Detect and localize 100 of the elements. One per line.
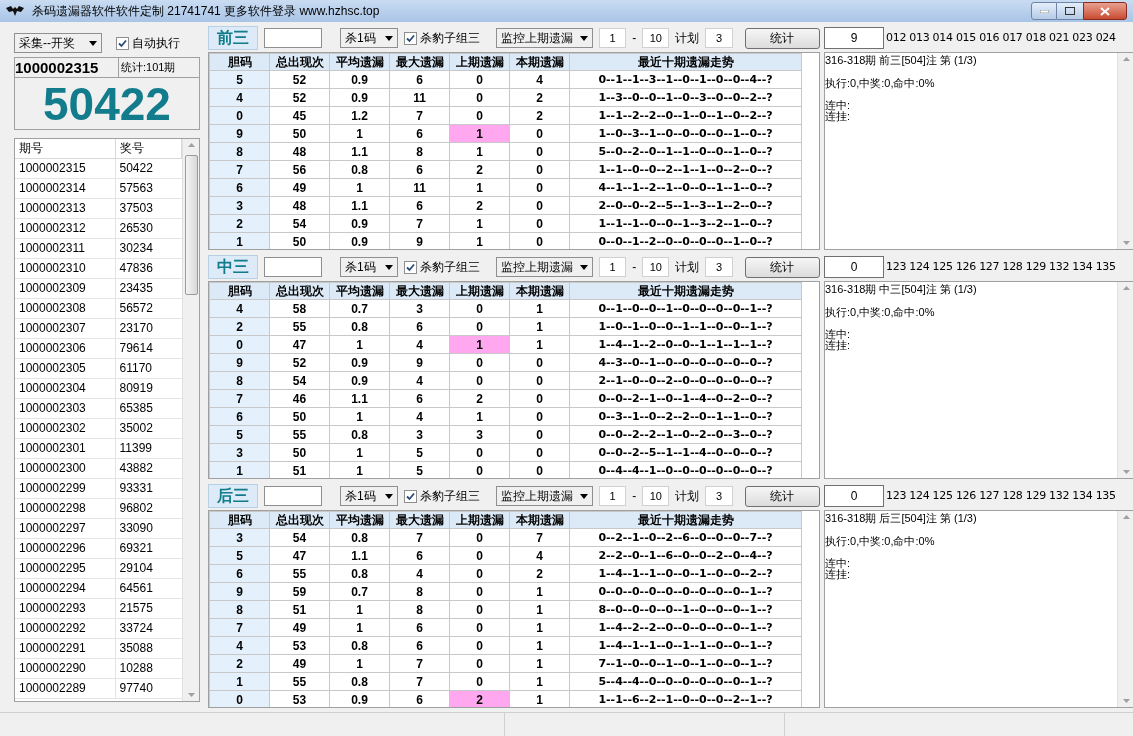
stats-label: 统计:101期 xyxy=(120,60,176,75)
column-header: 最大遗漏 xyxy=(389,282,450,300)
range-from-field[interactable]: 1 xyxy=(599,486,627,506)
dropdown[interactable]: 采集--开奖 xyxy=(14,33,102,53)
number-cell: 35088 xyxy=(115,638,182,658)
input-field[interactable] xyxy=(264,486,323,506)
checkbox-label: 杀豹子组三 xyxy=(420,259,481,276)
column-header: 胆码 xyxy=(209,511,270,529)
range-from-field[interactable]: 1 xyxy=(599,28,627,48)
app-icon xyxy=(6,6,24,16)
maximize-button[interactable] xyxy=(1057,2,1083,20)
log-box[interactable]: 316-318期 中三[504]注 第 (1/3) 执行:0,中奖:0,命中:0% 连中: 连挂: xyxy=(824,281,1133,479)
input-field[interactable] xyxy=(264,28,323,48)
issue-cell: 1000002314 xyxy=(15,178,115,198)
issue-cell: 1000002304 xyxy=(15,378,115,398)
filter-field[interactable]: 0 xyxy=(824,485,884,507)
plan-label: 计划 xyxy=(675,30,700,47)
input-field[interactable] xyxy=(264,257,323,277)
section-label: 后三 xyxy=(208,484,258,508)
scroll-up-icon[interactable] xyxy=(1122,286,1130,290)
issue-cell: 1000002294 xyxy=(15,578,115,598)
filter-field[interactable]: 0 xyxy=(824,256,884,278)
stat-button[interactable]: 统计 xyxy=(744,256,820,278)
caret-icon xyxy=(385,493,394,499)
range-to-field[interactable]: 10 xyxy=(642,257,670,277)
scroll-down-icon[interactable] xyxy=(1122,699,1130,703)
scroll-up-icon[interactable] xyxy=(1122,515,1130,519)
scrollbar[interactable] xyxy=(1117,282,1133,478)
checkbox[interactable] xyxy=(116,36,129,50)
log-line: 316-318期 前三[504]注 第 (1/3) xyxy=(825,54,978,67)
checkbox-label: 自动执行 xyxy=(132,35,180,52)
issue-cell: 1000002300 xyxy=(15,458,115,478)
issue-cell: 1000002312 xyxy=(15,218,115,238)
column-header: 总出现次 xyxy=(269,53,330,71)
scroll-down-icon[interactable] xyxy=(1122,470,1130,474)
scrollbar[interactable] xyxy=(1117,511,1133,707)
issue-cell: 1000002315 xyxy=(15,158,115,178)
checkbox-label: 杀豹子组三 xyxy=(420,30,481,47)
issue-cell: 1000002293 xyxy=(15,598,115,618)
scroll-up-icon[interactable] xyxy=(1122,57,1130,61)
dropdown[interactable]: 杀1码 xyxy=(339,28,399,48)
number-cell: 69321 xyxy=(115,538,182,558)
column-header: 胆码 xyxy=(209,53,270,71)
combo-list: 123 124 125 126 127 128 129 132 134 135 xyxy=(886,258,1116,276)
checkbox[interactable] xyxy=(404,260,418,274)
issue-cell: 1000002296 xyxy=(15,538,115,558)
plan-field[interactable]: 3 xyxy=(705,257,733,277)
log-line: 316-318期 后三[504]注 第 (1/3) xyxy=(825,512,978,525)
column-header[interactable]: 奖号 xyxy=(115,139,182,158)
caret-icon xyxy=(580,264,589,270)
column-header: 最近十期遗漏走势 xyxy=(569,53,802,71)
scroll-down-icon[interactable] xyxy=(187,693,195,697)
stat-button[interactable]: 统计 xyxy=(744,485,820,507)
log-box[interactable]: 316-318期 前三[504]注 第 (1/3) 执行:0,中奖:0,命中:0% 连中: 连挂: xyxy=(824,52,1133,250)
dropdown[interactable]: 监控上期遗漏 xyxy=(496,28,594,48)
range-separator: - xyxy=(632,30,637,47)
range-to-field[interactable]: 10 xyxy=(642,486,670,506)
plan-field[interactable]: 3 xyxy=(705,28,733,48)
caret-icon xyxy=(580,493,589,499)
dropdown[interactable]: 监控上期遗漏 xyxy=(496,257,594,277)
plan-field[interactable]: 3 xyxy=(705,486,733,506)
number-cell: 43882 xyxy=(115,458,182,478)
scroll-down-icon[interactable] xyxy=(1122,241,1130,245)
issue-cell: 1000002298 xyxy=(15,498,115,518)
column-header: 总出现次 xyxy=(269,282,330,300)
dropdown[interactable]: 杀1码 xyxy=(339,257,399,277)
log-line: 执行:0,中奖:0,命中:0% xyxy=(825,535,936,548)
column-header: 胆码 xyxy=(209,282,270,300)
number-cell: 33724 xyxy=(115,618,182,638)
log-box[interactable]: 316-318期 后三[504]注 第 (1/3) 执行:0,中奖:0,命中:0% 连中: 连挂: xyxy=(824,510,1133,708)
issue-cell: 1000002308 xyxy=(15,298,115,318)
issue-cell: 1000002291 xyxy=(15,638,115,658)
range-separator: - xyxy=(632,259,637,276)
number-cell: 23435 xyxy=(115,278,182,298)
number-cell: 93331 xyxy=(115,478,182,498)
maximize-icon xyxy=(1065,7,1075,15)
scrollbar[interactable] xyxy=(1117,53,1133,249)
column-header[interactable]: 期号 xyxy=(15,139,115,158)
dropdown[interactable]: 监控上期遗漏 xyxy=(496,486,594,506)
stat-button[interactable]: 统计 xyxy=(744,27,820,49)
log-line: 执行:0,中奖:0,命中:0% xyxy=(825,77,936,90)
range-from-field[interactable]: 1 xyxy=(599,257,627,277)
issue-cell: 1000002303 xyxy=(15,398,115,418)
issue-cell: 1000002289 xyxy=(15,678,115,698)
issue-cell: 1000002292 xyxy=(15,618,115,638)
dropdown[interactable]: 杀1码 xyxy=(339,486,399,506)
scroll-thumb[interactable] xyxy=(184,155,198,295)
column-header: 平均遗漏 xyxy=(329,282,390,300)
checkbox[interactable] xyxy=(404,489,418,503)
caret-icon xyxy=(385,35,394,41)
section-label: 前三 xyxy=(208,26,258,50)
check-icon xyxy=(406,33,416,43)
scroll-up-icon[interactable] xyxy=(187,143,195,147)
close-button[interactable] xyxy=(1083,2,1127,20)
filter-field[interactable]: 9 xyxy=(824,27,884,49)
range-to-field[interactable]: 10 xyxy=(642,28,670,48)
checkbox[interactable] xyxy=(404,31,418,45)
scrollbar[interactable] xyxy=(182,139,199,701)
column-header: 最近十期遗漏走势 xyxy=(569,282,802,300)
column-header: 最大遗漏 xyxy=(389,511,450,529)
